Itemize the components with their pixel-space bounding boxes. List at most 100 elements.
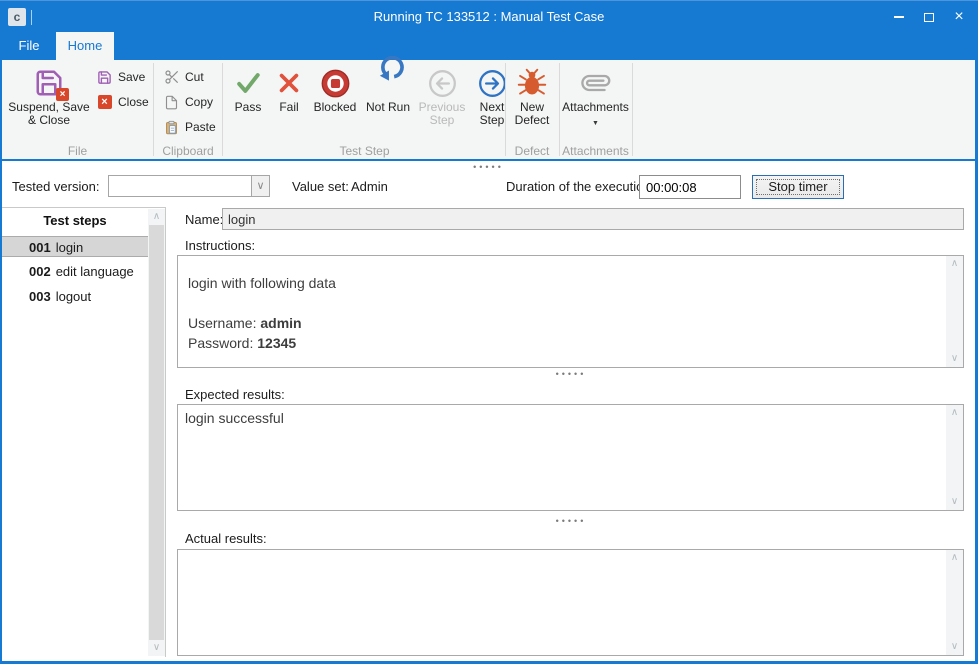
steps-scrollbar[interactable]: ∧ ∨ [148,209,165,656]
maximize-button[interactable] [914,1,944,33]
close-window-button[interactable]: × [944,1,974,33]
instructions-box[interactable]: login with following data Username: admi… [177,255,964,368]
attachments-dropdown-icon[interactable]: ▼ [592,120,599,127]
close-red-icon: × [96,94,113,111]
actual-results-label: Actual results: [185,531,267,546]
ribbon-group-attachments: Attachments ▼ Attachments [559,60,632,159]
scroll-down-icon[interactable]: ∨ [946,639,963,655]
tested-version-label: Tested version: [12,179,99,194]
fail-button[interactable]: Fail [272,65,306,127]
copy-button[interactable]: Copy [163,93,216,111]
username-value: admin [260,315,301,331]
close-icon: × [954,9,963,25]
tested-version-combobox[interactable]: ∨ [108,175,270,197]
pass-button[interactable]: Pass [228,65,268,127]
application-window: c Running TC 133512 : Manual Test Case ×… [0,0,978,664]
window-title: Running TC 133512 : Manual Test Case [0,1,978,33]
not-run-arrow-icon [371,65,405,101]
paperclip-icon [579,65,613,101]
ribbon-group-clipboard: Cut Copy [153,60,223,159]
save-label: Save [118,70,145,84]
expected-splitter-handle[interactable]: ••••• [177,517,965,526]
cut-button[interactable]: Cut [163,68,216,86]
blank-line [188,293,936,313]
clipboard-paste-icon [163,119,180,136]
attachments-label: Attachments [562,101,629,114]
ribbon-group-defect: New Defect Defect [505,60,559,159]
attachments-button[interactable]: Attachments ▼ [559,65,632,127]
expected-results-text: login successful [178,405,946,510]
not-run-button[interactable]: Not Run [364,65,412,127]
group-label-defect: Defect [505,144,559,158]
instructions-label: Instructions: [185,238,255,253]
stop-timer-label: Stop timer [753,176,843,198]
actual-scrollbar[interactable]: ∧ ∨ [946,550,963,655]
scroll-up-icon[interactable]: ∧ [946,405,963,421]
copy-label: Copy [185,95,213,109]
blocked-button[interactable]: Blocked [310,65,360,127]
scroll-up-icon[interactable]: ∧ [148,209,165,225]
not-run-label: Not Run [366,101,410,114]
suspend-save-close-button[interactable]: × Suspend, Save & Close [6,65,92,127]
previous-step-button[interactable]: Previous Step [416,65,468,127]
scissors-icon [163,69,180,86]
value-set-label: Value set: [292,179,349,194]
fail-x-icon [272,65,306,101]
stop-timer-button[interactable]: Stop timer [752,175,844,199]
step-name-input[interactable] [222,208,964,230]
instructions-line: login with following data [188,273,936,293]
group-label-clipboard: Clipboard [153,144,223,158]
duration-input[interactable] [639,175,741,199]
save-and-close-icon: × [32,65,66,101]
step-number: 002 [29,264,51,279]
group-label-file: File [2,144,153,158]
expected-results-box[interactable]: login successful ∧ ∨ [177,404,964,511]
save-icon [96,69,113,86]
fail-label: Fail [279,101,298,114]
username-label: Username: [188,315,260,331]
new-defect-label: New Defect [505,101,559,127]
group-separator [632,63,633,156]
scroll-up-icon[interactable]: ∧ [946,256,963,272]
name-label: Name: [185,212,223,227]
maximize-icon [924,13,934,22]
test-steps-panel: Test steps 001login 002edit language 003… [2,207,166,657]
step-detail-area: Name: Instructions: login with following… [177,205,965,656]
expected-scrollbar[interactable]: ∧ ∨ [946,405,963,510]
minimize-button[interactable] [884,1,914,33]
copy-page-icon [163,94,180,111]
test-step-row[interactable]: 001login [2,236,148,257]
password-value: 12345 [257,335,296,351]
ribbon-group-file: × Suspend, Save & Close Save × Clo [2,60,153,159]
paste-button[interactable]: Paste [163,118,216,136]
instructions-line: Username: admin [188,313,936,333]
suspend-save-close-label: Suspend, Save & Close [6,101,92,127]
scroll-down-icon[interactable]: ∨ [148,640,165,656]
combobox-dropdown-icon[interactable]: ∨ [251,176,269,196]
scrollbar-thumb[interactable] [149,225,164,640]
scroll-down-icon[interactable]: ∨ [946,351,963,367]
close-button[interactable]: × Close [96,93,149,111]
tab-home[interactable]: Home [56,32,114,60]
step-number: 001 [29,240,51,255]
expected-results-label: Expected results: [185,387,285,402]
new-defect-button[interactable]: New Defect [505,65,559,127]
pass-check-icon [231,65,265,101]
password-label: Password: [188,335,257,351]
step-title: logout [56,289,91,304]
tab-file[interactable]: File [6,32,52,60]
scroll-down-icon[interactable]: ∨ [946,494,963,510]
test-step-row[interactable]: 003 logout [2,286,148,307]
scroll-up-icon[interactable]: ∧ [946,550,963,566]
step-number: 003 [29,289,51,304]
instructions-splitter-handle[interactable]: ••••• [177,370,965,379]
minimize-icon [894,16,904,18]
save-button[interactable]: Save [96,68,149,86]
ribbon-group-test-step: Pass Fail [224,60,505,159]
instructions-scrollbar[interactable]: ∧ ∨ [946,256,963,367]
tested-version-input[interactable] [109,176,251,196]
actual-results-box[interactable]: ∧ ∨ [177,549,964,656]
test-step-row[interactable]: 002edit language [2,261,148,282]
horizontal-splitter-handle[interactable]: ••••• [2,163,975,172]
duration-label: Duration of the execution: [506,179,654,194]
